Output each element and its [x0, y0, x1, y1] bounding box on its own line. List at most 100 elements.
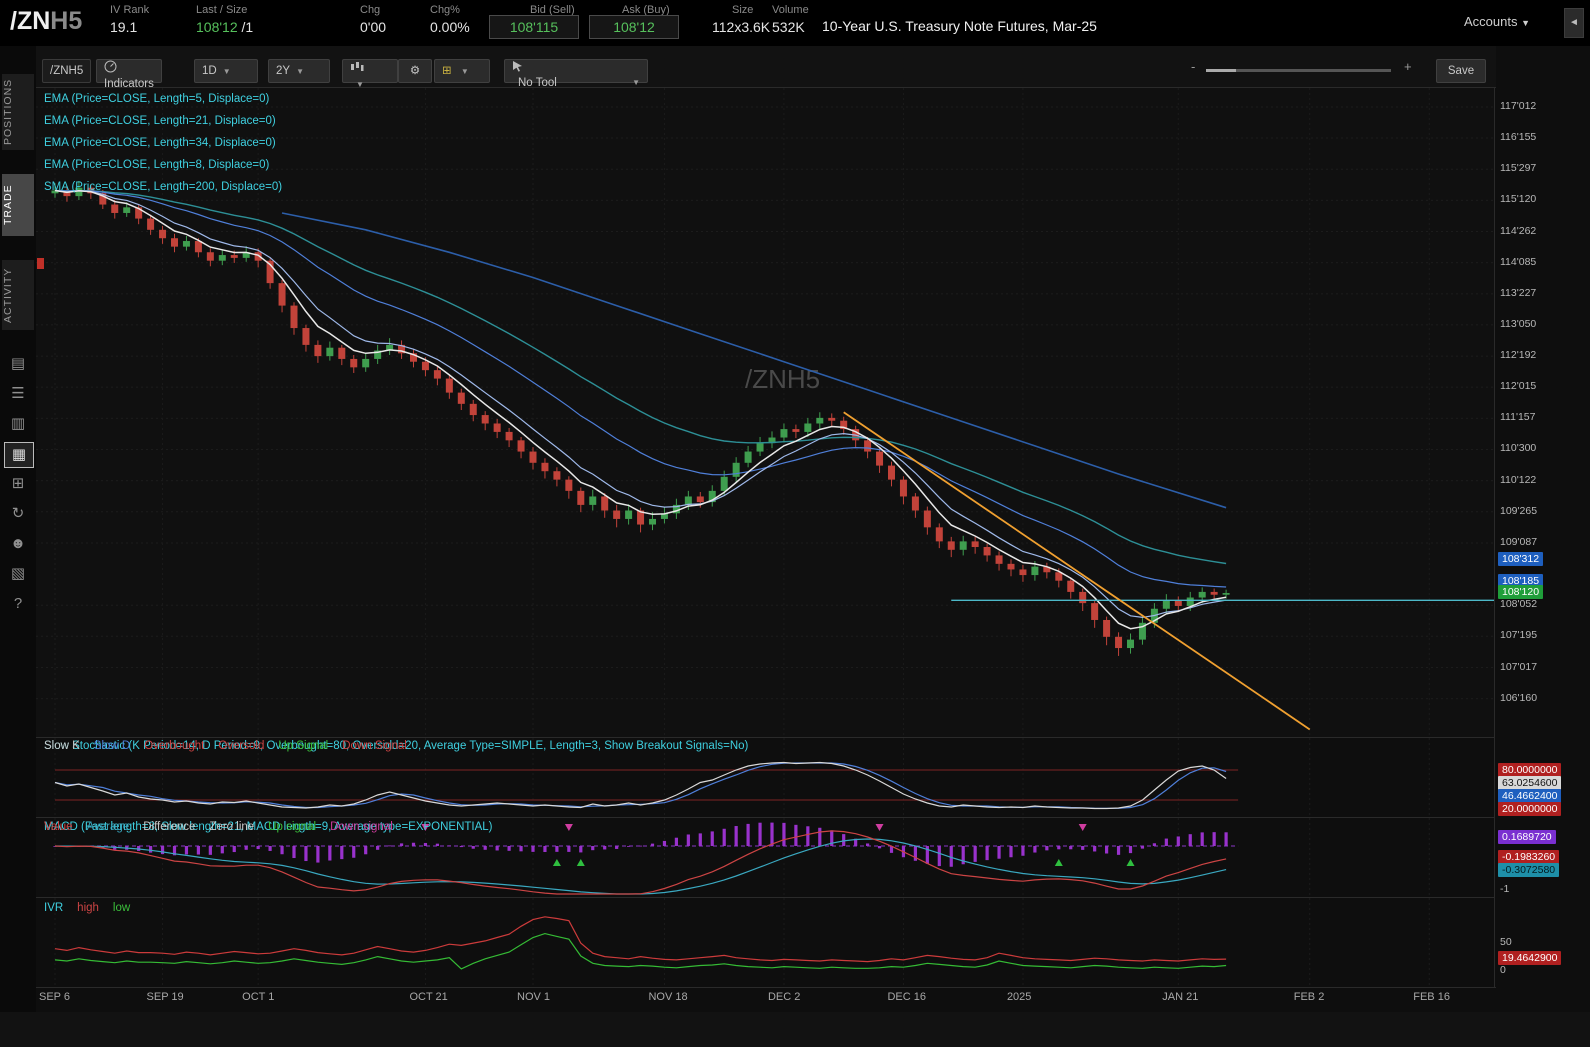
candle-body: [147, 218, 155, 230]
time-axis[interactable]: SEP 6 SEP 19 OCT 1 OCT 21 NOV 1 NOV 18 DEC 2 DE…: [36, 988, 1494, 1010]
sidebar-tab-activity[interactable]: ACTIVITY: [2, 260, 34, 330]
macd-histogram-bar: [423, 842, 428, 846]
macd-histogram-bar: [388, 845, 392, 847]
candle-body: [983, 546, 991, 556]
macd-histogram-bar: [543, 846, 547, 852]
stochastic-header: Slow Stochastic (K Period=14, D Period=9…: [44, 740, 748, 752]
history-icon[interactable]: ↻: [4, 502, 32, 526]
macd-histogram-bar: [615, 846, 619, 849]
macd-legend-item-5: Down signal: [330, 821, 393, 833]
candle-body: [1115, 636, 1123, 649]
macd-histogram-bar: [1081, 846, 1085, 850]
candle-body: [744, 451, 752, 463]
accounts-dropdown[interactable]: Accounts ▼: [1464, 14, 1530, 29]
divider: [1494, 88, 1495, 987]
indicators-button[interactable]: Indicators: [96, 59, 162, 90]
ivr-panel[interactable]: [36, 898, 1494, 987]
zoom-out-button[interactable]: -: [1191, 59, 1195, 74]
candle-body: [792, 429, 800, 432]
macd-histogram-bar: [208, 846, 212, 855]
legend-line-1: EMA (Price=CLOSE, Length=21, Displace=0): [44, 115, 276, 127]
calendar-icon[interactable]: ▧: [4, 562, 32, 586]
macd-histogram-bar: [794, 824, 798, 846]
app-root: /ZNH5 IV Rank 19.1 Last / Size 108'12 /1…: [0, 0, 1590, 1047]
candle-body: [696, 496, 704, 503]
orders-icon[interactable]: ▥: [4, 412, 32, 436]
ivr-canvas[interactable]: [36, 898, 1494, 987]
iv-rank-label: IV Rank: [110, 4, 150, 16]
candle-body: [995, 555, 1003, 564]
watchlist-icon[interactable]: ☰: [4, 382, 32, 406]
macd-histogram-bar: [280, 846, 284, 855]
alert-marker: [37, 258, 44, 269]
news-icon[interactable]: ▤: [4, 352, 32, 376]
chart-icon[interactable]: ▦: [4, 442, 34, 468]
time-label: FEB 2: [1293, 991, 1325, 1003]
down-signal-arrow: [1078, 824, 1087, 831]
ivr-low-label: low: [112, 902, 131, 914]
size-label: Size: [732, 4, 754, 16]
zoom-slider[interactable]: [1206, 69, 1391, 72]
macd-histogram-bar: [710, 831, 714, 846]
candle-body: [1198, 591, 1206, 598]
layout-dropdown[interactable]: ⊞ ▼: [434, 59, 490, 83]
drawing-tool-dropdown[interactable]: No Tool ▼: [504, 59, 648, 89]
candle-body: [1079, 591, 1087, 604]
legend-line-2: EMA (Price=CLOSE, Length=34, Displace=0): [44, 137, 276, 149]
chevron-down-icon: ▼: [296, 67, 304, 76]
candle-body: [816, 417, 824, 424]
stoch-legend-item-5: Down Signal: [342, 740, 407, 752]
symbol-root: /ZN: [10, 7, 51, 35]
zoom-in-button[interactable]: +: [1404, 59, 1412, 74]
price-tick: 115'120: [1500, 193, 1537, 206]
timeframe-dropdown[interactable]: 1D ▼: [194, 59, 258, 83]
sidebar-tab-positions[interactable]: POSITIONS: [2, 74, 34, 150]
field-chg-pct: Chg% 0.00%: [430, 4, 470, 35]
time-label: OCT 21: [409, 991, 448, 1003]
chart-type-dropdown[interactable]: ▼: [342, 59, 398, 89]
toolbar-symbol[interactable]: /ZNH5: [42, 59, 92, 83]
candle-body: [935, 527, 943, 542]
candle-body: [1162, 600, 1170, 609]
sidebar-tab-trade[interactable]: TRADE: [2, 174, 34, 236]
zoom-slider-handle[interactable]: [1206, 69, 1236, 72]
collapse-panel-button[interactable]: ◄: [1564, 8, 1584, 38]
candle-body: [290, 305, 298, 329]
footer-strip: [0, 1012, 1590, 1047]
range-dropdown[interactable]: 2Y ▼: [268, 59, 330, 83]
time-label: 2025: [1006, 991, 1032, 1003]
price-tick: 109'087: [1500, 535, 1538, 548]
candle-body: [1007, 563, 1015, 570]
candle-body: [613, 510, 621, 519]
ivr-low-line: [54, 932, 1227, 970]
macd-legend-item-3: Zero line: [209, 821, 255, 833]
ask-button[interactable]: 108'12: [589, 15, 679, 39]
macd-histogram-bar: [1009, 846, 1013, 858]
price-axis[interactable]: 117'012 116'155 115'297 115'120 114'262 114'0…: [1496, 46, 1590, 1010]
macd-histogram-bar: [256, 846, 260, 850]
candle-body: [230, 255, 238, 258]
time-label: SEP 6: [39, 991, 70, 1003]
help-icon[interactable]: ?: [4, 592, 32, 616]
save-button[interactable]: Save: [1436, 59, 1486, 83]
left-sidebar: POSITIONS TRADE ACTIVITY ▤ ☰ ▥ ▦ ⊞ ↻ ☻ ▧?: [0, 46, 36, 1047]
macd-histogram-bar: [937, 846, 941, 867]
candle-body: [206, 252, 214, 261]
macd-histogram-bar: [770, 822, 774, 846]
grid-icon[interactable]: ⊞: [4, 472, 32, 496]
macd-histogram-bar: [1057, 846, 1061, 850]
time-label: DEC 2: [767, 991, 801, 1003]
time-label: OCT 1: [242, 991, 275, 1003]
macd-legend-item-2: Difference: [143, 821, 196, 833]
clients-icon[interactable]: ☻: [4, 532, 32, 556]
candlestick-icon: [351, 62, 364, 71]
price-tick: 114'085: [1500, 255, 1537, 268]
ivr-axis-tick: 0: [1500, 964, 1506, 976]
price-tick: 115'297: [1500, 162, 1537, 175]
candle-body: [278, 283, 286, 306]
chart-settings-button[interactable]: ⚙: [398, 59, 432, 83]
macd-badge: 0.1689720: [1498, 829, 1556, 844]
field-size: Size 112x3.6K: [712, 4, 770, 35]
gear-icon: ⚙: [409, 65, 421, 77]
bid-button[interactable]: 108'115: [489, 15, 579, 39]
